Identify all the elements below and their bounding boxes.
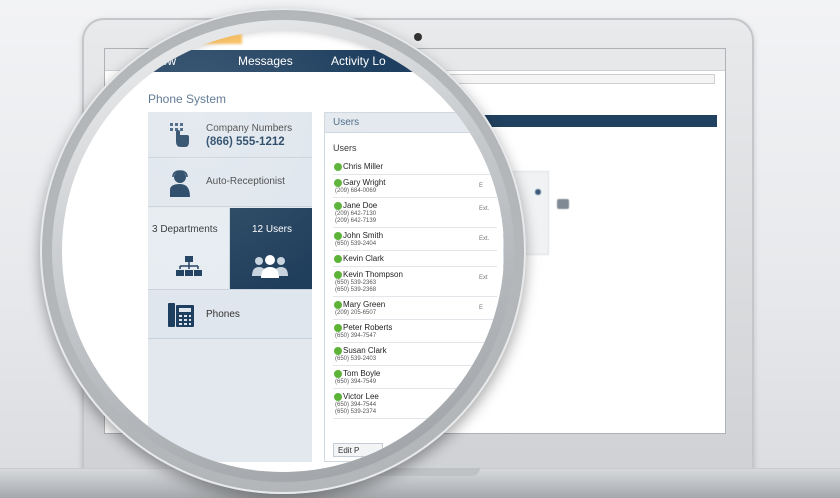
users-subtitle: Users <box>333 143 357 153</box>
user-name[interactable]: Peter Roberts <box>333 322 497 333</box>
touch-keypad-icon <box>168 122 190 151</box>
company-number-value: (866) 555-1212 <box>206 136 285 148</box>
user-row[interactable]: Kevin Thompson (650) 539-2363 (650) 539-23… <box>333 267 497 297</box>
users-panel-title: Users <box>333 117 360 128</box>
departments-label: 3 Departments <box>152 224 218 235</box>
user-row[interactable]: Mary Green (209) 205-6507 E <box>333 297 497 320</box>
status-dot-icon <box>334 255 342 263</box>
user-phone: (650) 539-2363 <box>335 280 377 286</box>
user-phone: (650) 539-2368 <box>335 287 377 293</box>
auto-receptionist-label: Auto-Receptionist <box>206 176 285 187</box>
user-row[interactable]: John Smith (650) 539-2404 Ext. <box>333 228 497 251</box>
users-group-icon <box>252 254 288 281</box>
nav-overview[interactable]: rview <box>148 54 176 68</box>
users-panel: Users Users Chris Miller Gary Wright (209)… <box>324 112 504 462</box>
status-dot-icon <box>334 179 342 187</box>
user-name[interactable]: Victor Lee <box>333 391 497 402</box>
user-phone: (650) 394-7547 <box>335 333 377 339</box>
user-name[interactable]: Susan Clark <box>333 345 497 356</box>
camera-icon <box>414 33 422 41</box>
status-dot-icon <box>334 232 342 240</box>
departments-tile[interactable]: 3 Departments <box>148 208 230 290</box>
user-row[interactable]: Tom Boyle (650) 394-7549 <box>333 366 497 389</box>
user-extension: Ext. <box>479 206 490 212</box>
phones-tile[interactable]: Phones <box>148 291 312 339</box>
desk-phone-icon <box>168 303 194 330</box>
user-list: Chris Miller Gary Wright (209) 684-0069 E Ja… <box>333 159 497 419</box>
user-phone: (650) 539-2404 <box>335 241 377 247</box>
user-row[interactable]: Victor Lee (650) 394-7544 (650) 539-2374 <box>333 389 497 419</box>
status-dot-icon <box>334 271 342 279</box>
user-name[interactable]: Mary Green <box>333 299 497 310</box>
status-dot-icon <box>334 202 342 210</box>
users-tile[interactable]: 12 Users <box>230 208 312 290</box>
edit-button[interactable]: Edit P <box>333 443 383 457</box>
company-numbers-label: Company Numbers <box>206 123 293 134</box>
user-row[interactable]: Gary Wright (209) 684-0069 E <box>333 175 497 198</box>
user-name[interactable]: Kevin Thompson <box>333 269 497 280</box>
org-chart-icon <box>176 256 202 281</box>
user-phone: (650) 394-7544 <box>335 402 377 408</box>
user-name[interactable]: Chris Miller <box>333 161 497 172</box>
company-numbers-tile[interactable]: Company Numbers (866) 555-1212 <box>148 112 312 158</box>
users-panel-header: Users <box>325 113 503 133</box>
left-panel-filler <box>148 340 312 462</box>
user-phone: (650) 539-2374 <box>335 409 377 415</box>
magnifier-lens: rview Messages Activity Lo Phone System … <box>62 30 504 472</box>
user-row[interactable]: Peter Roberts (650) 394-7547 <box>333 320 497 343</box>
user-name[interactable]: Kevin Clark <box>333 253 497 264</box>
user-extension: E <box>479 183 484 189</box>
user-row[interactable]: Susan Clark (650) 539-2403 <box>333 343 497 366</box>
background-button <box>557 199 569 209</box>
background-dot <box>535 189 541 195</box>
status-dot-icon <box>334 163 342 171</box>
user-name[interactable]: Gary Wright <box>333 177 497 188</box>
status-dot-icon <box>334 301 342 309</box>
receptionist-icon <box>168 169 192 200</box>
status-dot-icon <box>334 393 342 401</box>
user-phone: (209) 642-7139 <box>335 218 377 224</box>
status-dot-icon <box>334 324 342 332</box>
nav-activity-log[interactable]: Activity Lo <box>331 54 386 68</box>
user-phone: (209) 684-0069 <box>335 188 377 194</box>
user-name[interactable]: Jane Doe <box>333 200 497 211</box>
user-row[interactable]: Kevin Clark <box>333 251 497 267</box>
user-extension: E <box>479 305 484 311</box>
status-dot-icon <box>334 347 342 355</box>
user-row[interactable]: Chris Miller <box>333 159 497 175</box>
user-extension: Ext. <box>479 236 490 242</box>
brand-logo <box>187 34 242 44</box>
user-phone: (650) 394-7549 <box>335 379 377 385</box>
user-name[interactable]: John Smith <box>333 230 497 241</box>
status-dot-icon <box>334 370 342 378</box>
user-extension: Ext <box>479 275 488 281</box>
phones-label: Phones <box>206 309 240 320</box>
user-row[interactable]: Jane Doe (209) 642-7130 (209) 642-7139 Ext. <box>333 198 497 228</box>
user-name[interactable]: Tom Boyle <box>333 368 497 379</box>
phone-system-panel: Company Numbers (866) 555-1212 Auto-Rece… <box>148 112 312 462</box>
users-label: 12 Users <box>252 224 293 235</box>
nav-messages[interactable]: Messages <box>238 54 293 68</box>
user-phone: (209) 642-7130 <box>335 211 377 217</box>
user-phone: (650) 539-2403 <box>335 356 377 362</box>
user-phone: (209) 205-6507 <box>335 310 377 316</box>
top-nav: rview Messages Activity Lo <box>62 50 504 72</box>
auto-receptionist-tile[interactable]: Auto-Receptionist <box>148 159 312 207</box>
page-title: Phone System <box>148 92 227 106</box>
